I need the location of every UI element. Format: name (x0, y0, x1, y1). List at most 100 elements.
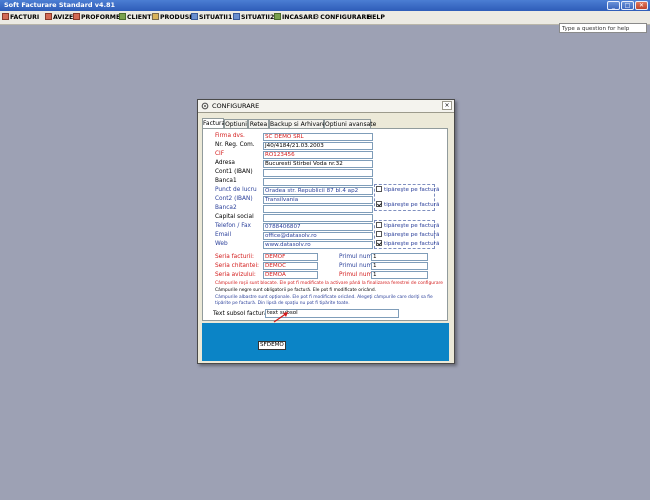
note-red-fields: Câmpurile roşii sunt blocate. Ele pot fi… (215, 281, 443, 286)
print-checkbox-cont2[interactable]: tipăreşte pe factură (376, 201, 439, 209)
report-icon (233, 13, 240, 20)
menu-label: SITUATII2 (241, 14, 275, 21)
input-adresa[interactable]: Bucuresti Stirbei Voda nr.32 (263, 160, 373, 168)
menu-bar: FACTURI AVIZE PROFORME CLIENTI PRODUSE S… (0, 11, 650, 33)
menu-configurare[interactable]: ⚙CONFIGURARE (313, 13, 370, 22)
checkbox-label: tipăreşte pe factură (384, 223, 440, 229)
input-primul-numar-chitanta[interactable]: 1 (371, 262, 428, 270)
menu-incasari[interactable]: INCASARI (274, 13, 315, 22)
configurare-dialog: CONFIGURARE × Factura Optiuni Retea Back… (197, 99, 455, 364)
menu-label: PRODUSE (160, 14, 194, 21)
checkbox-label: tipăreşte pe factură (384, 241, 440, 247)
tab-optiuni[interactable]: Optiuni (224, 119, 248, 128)
menu-situatii2[interactable]: SITUATII2 (233, 13, 274, 22)
window-title: Soft Facturare Standard v4.81 (4, 1, 116, 9)
checkbox-label: tipăreşte pe factură (384, 202, 440, 208)
input-firma[interactable]: SC DEMO SRL (263, 133, 373, 141)
menu-label: INCASARI (282, 14, 316, 21)
box-icon (152, 13, 159, 20)
input-capital-social[interactable] (263, 214, 373, 222)
label-nr-reg-com: Nr. Reg. Com. (215, 142, 255, 148)
menu-clienti[interactable]: CLIENTI (119, 13, 154, 22)
document-icon (73, 13, 80, 20)
label-cif: CIF (215, 151, 225, 157)
input-primul-numar-factura[interactable]: 1 (371, 253, 428, 261)
note-black-fields: Câmpurile negre sunt obligatorii pe fact… (215, 288, 377, 293)
menu-label: AVIZE (53, 14, 74, 21)
label-banca1: Banca1 (215, 178, 237, 184)
label-seria-avizului: Seria avizului: (215, 272, 256, 278)
checkbox-label: tipăreşte pe factură (384, 232, 440, 238)
tab-optiuni-avansate[interactable]: Optiuni avansate (324, 119, 376, 128)
checkbox-box-checked (376, 201, 382, 207)
gear-icon (201, 102, 209, 110)
document-icon (2, 13, 9, 20)
dialog-close-button[interactable]: × (442, 101, 452, 110)
label-seria-facturii: Seria facturii: (215, 254, 254, 260)
label-capital-social: Capital social (215, 214, 254, 220)
label-punct-lucru: Punct de lucru (215, 187, 257, 193)
tab-backup-arhivare[interactable]: Backup si Arhivare (269, 119, 326, 128)
menu-situatii1[interactable]: SITUATII1 (191, 13, 232, 22)
menu-label: CLIENTI (127, 14, 154, 21)
gear-icon: ⚙ (313, 13, 320, 21)
window-controls: _ □ ✕ (607, 1, 648, 10)
maximize-button[interactable]: □ (621, 1, 634, 10)
input-web[interactable]: www.datasolv.ro (263, 241, 373, 249)
input-banca1[interactable] (263, 178, 373, 186)
menu-produse[interactable]: PRODUSE (152, 13, 193, 22)
input-primul-numar-aviz[interactable]: 1 (371, 271, 428, 279)
input-cif[interactable]: RO123456 (263, 151, 373, 159)
menu-label: PROFORME (81, 14, 121, 21)
print-checkbox-telefon[interactable]: tipăreşte pe factură (376, 222, 439, 230)
menu-proforme[interactable]: PROFORME (73, 13, 120, 22)
checkbox-box (376, 222, 382, 228)
input-seria-chitantei[interactable]: DEMOC (263, 262, 318, 270)
tab-retea[interactable]: Retea (248, 119, 269, 128)
menu-avize[interactable]: AVIZE (45, 13, 73, 22)
dialog-title: CONFIGURARE (212, 102, 260, 110)
code-input[interactable]: SFDEMO (258, 341, 286, 350)
checkbox-box (376, 186, 382, 192)
input-banca2[interactable] (263, 205, 373, 213)
money-icon (274, 13, 281, 20)
input-telefon-fax[interactable]: 0788406807 (263, 223, 373, 231)
checkbox-box-checked (376, 240, 382, 246)
dialog-bottom-band: SFDEMO (202, 323, 449, 361)
menu-label: SITUATII1 (199, 14, 233, 21)
checkbox-box (376, 231, 382, 237)
print-checkbox-punct-lucru[interactable]: tipăreşte pe factură (376, 186, 439, 194)
minimize-button[interactable]: _ (607, 1, 620, 10)
dialog-title-bar: CONFIGURARE × (198, 100, 454, 113)
menu-facturi[interactable]: FACTURI (2, 13, 39, 22)
print-checkbox-email[interactable]: tipăreşte pe factură (376, 231, 439, 239)
menu-label: FACTURI (10, 14, 40, 21)
tab-factura[interactable]: Factura (202, 118, 225, 128)
report-icon (191, 13, 198, 20)
input-seria-facturii[interactable]: DEMOF (263, 253, 318, 261)
label-web: Web (215, 241, 228, 247)
input-cont1[interactable] (263, 169, 373, 177)
red-arrow-annotation (273, 312, 288, 323)
document-icon (45, 13, 52, 20)
checkbox-label: tipăreşte pe factură (384, 187, 440, 193)
print-checkbox-web[interactable]: tipăreşte pe factură (376, 240, 439, 248)
window-title-bar: Soft Facturare Standard v4.81 _ □ ✕ (0, 0, 650, 11)
label-email: Email (215, 232, 232, 238)
label-cont2: Cont2 (IBAN) (215, 196, 253, 202)
input-cont2[interactable]: Transilvania (263, 196, 373, 204)
input-seria-avizului[interactable]: DEMOA (263, 271, 318, 279)
factura-panel: Firma dvs. SC DEMO SRL Nr. Reg. Com. J40… (202, 128, 448, 321)
close-button[interactable]: ✕ (635, 1, 648, 10)
input-nr-reg-com[interactable]: J40/4184/21.03.2003 (263, 142, 373, 150)
label-telefon-fax: Telefon / Fax (215, 223, 251, 229)
input-punct-lucru[interactable]: Oradea str. Republicii 87 bl.4 ap2 (263, 187, 373, 195)
people-icon (119, 13, 126, 20)
label-seria-chitantei: Seria chitantei: (215, 263, 260, 269)
input-email[interactable]: office@datasolv.ro (263, 232, 373, 240)
label-cont1: Cont1 (IBAN) (215, 169, 253, 175)
menu-label: CONFIGURARE (320, 14, 371, 21)
menu-help[interactable]: HELP (367, 13, 385, 22)
help-search-input[interactable]: Type a question for help (559, 23, 647, 33)
label-text-subsol: Text subsol factură: (213, 311, 270, 317)
